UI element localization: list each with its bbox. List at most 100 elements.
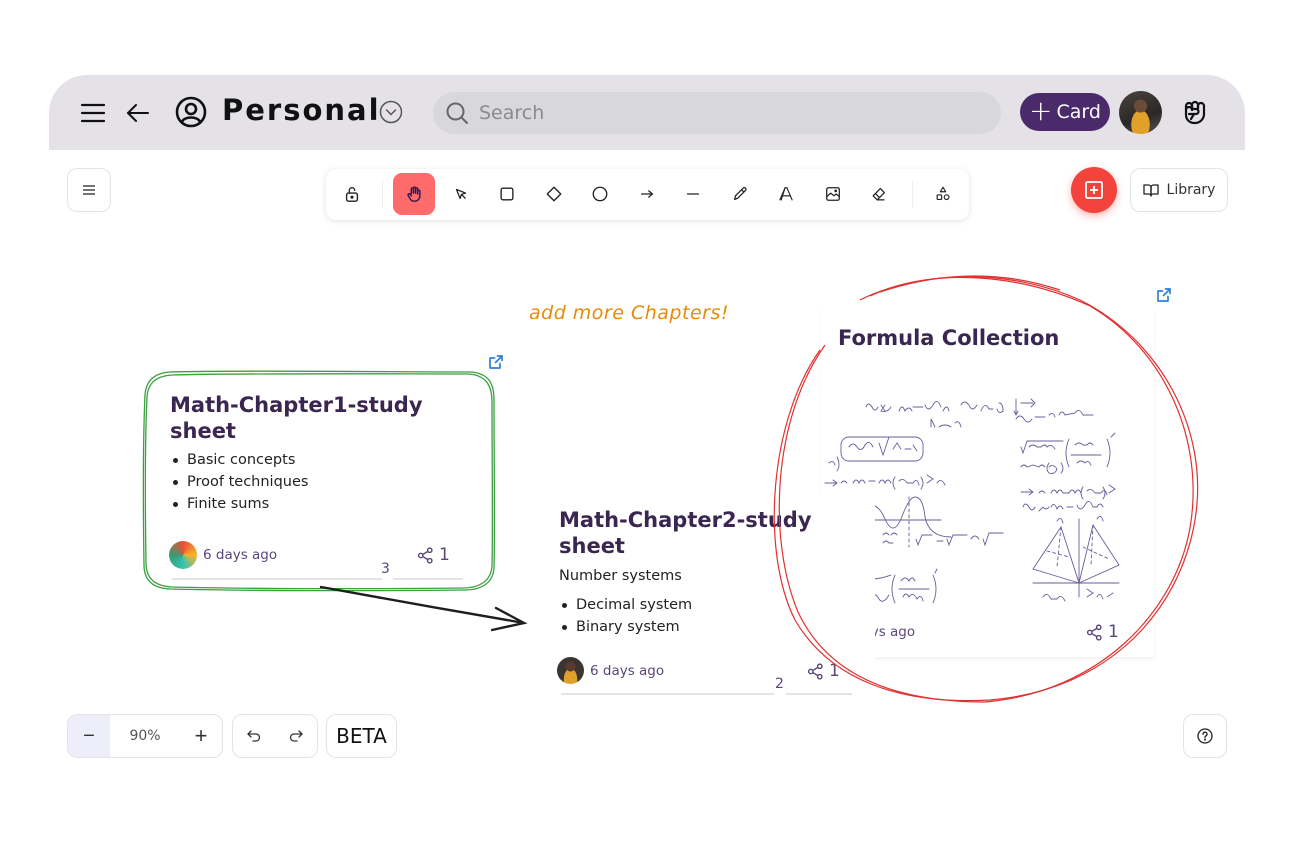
book-open-icon <box>1142 184 1159 197</box>
redo-button[interactable] <box>275 715 317 757</box>
add-card-button[interactable]: + Card <box>1020 93 1110 131</box>
plus-icon: + <box>1029 93 1053 127</box>
card-bullet: Proof techniques <box>170 471 308 493</box>
hamburger-icon <box>83 185 95 195</box>
card-badge-count: 3 <box>381 561 390 577</box>
redo-icon <box>289 730 303 742</box>
lock-open-icon <box>345 187 359 202</box>
tool-rectangle[interactable] <box>486 173 528 215</box>
drawing-toolbar <box>326 169 969 220</box>
tool-draw[interactable] <box>719 173 761 215</box>
share-icon <box>807 662 823 680</box>
avatar <box>557 657 584 684</box>
canvas-annotation-text[interactable]: add more Chapters! <box>529 302 729 324</box>
share-icon <box>417 546 433 564</box>
shapes-icon <box>936 186 950 201</box>
share-button[interactable]: 1 <box>1086 622 1119 642</box>
diamond-icon <box>546 186 562 202</box>
add-card-label: Card <box>1056 101 1101 123</box>
library-button[interactable]: Library <box>1130 168 1228 212</box>
tool-more[interactable] <box>922 173 964 215</box>
card-footer: 6 days ago <box>557 657 664 684</box>
image-icon <box>826 187 840 201</box>
eraser-icon <box>872 187 886 201</box>
connector-arrow <box>319 585 528 632</box>
hamburger-icon[interactable] <box>79 99 107 127</box>
arrow-right-icon <box>640 190 654 198</box>
history-controls <box>232 714 318 758</box>
search-input[interactable] <box>479 102 959 124</box>
pencil-icon <box>733 187 747 201</box>
card-math-chapter1[interactable]: Math-Chapter1-study sheet Basic concepts… <box>153 380 487 578</box>
tool-ellipse[interactable] <box>579 173 621 215</box>
pointer-icon <box>455 188 467 200</box>
beta-button[interactable]: BETA <box>326 714 397 758</box>
share-icon <box>1086 623 1102 641</box>
arrow-left-icon[interactable] <box>125 99 151 127</box>
tool-diamond[interactable] <box>533 173 575 215</box>
card-title: Math-Chapter1-study sheet <box>170 393 423 443</box>
tool-eraser[interactable] <box>858 173 900 215</box>
tool-text[interactable] <box>765 173 807 215</box>
card-bullet: Decimal system <box>559 594 727 616</box>
tool-hand[interactable] <box>393 173 435 215</box>
text-icon <box>779 187 793 201</box>
toolbar-divider <box>912 181 913 208</box>
card-content: Number systems Decimal system Binary sys… <box>559 566 727 648</box>
zoom-out-button[interactable]: − <box>68 715 110 757</box>
search-bar[interactable] <box>433 92 1001 134</box>
external-link-icon <box>489 355 503 369</box>
card-divider <box>172 578 382 580</box>
card-timestamp: 6 days ago <box>590 662 665 679</box>
share-button[interactable]: 1 <box>807 661 840 681</box>
card-bullet: Finite sums <box>170 493 308 515</box>
app-header: Personal + Card <box>49 75 1245 150</box>
avatar <box>169 541 197 569</box>
card-subtitle: Number systems <box>559 568 682 584</box>
help-button[interactable] <box>1183 714 1227 758</box>
square-icon <box>500 187 514 201</box>
add-card-fab[interactable] <box>1071 167 1117 213</box>
undo-icon <box>247 730 261 742</box>
card-bullet: Basic concepts <box>170 449 308 471</box>
undo-button[interactable] <box>233 715 275 757</box>
card-title: Math-Chapter2-study sheet <box>559 508 812 558</box>
hand-icon <box>407 186 421 202</box>
library-label: Library <box>1166 182 1216 198</box>
zoom-in-button[interactable]: + <box>180 715 222 757</box>
share-count: 1 <box>829 661 840 681</box>
side-menu-button[interactable] <box>67 168 111 212</box>
card-divider <box>393 578 463 580</box>
open-card-link-card1[interactable] <box>488 354 504 370</box>
tool-arrow[interactable] <box>626 173 668 215</box>
tool-line[interactable] <box>672 173 714 215</box>
line-icon <box>686 193 700 195</box>
card-bullet: Binary system <box>559 616 727 638</box>
card-divider <box>561 693 774 695</box>
open-card-link-card3[interactable] <box>1156 287 1172 303</box>
help-circle-icon <box>1197 728 1213 744</box>
card-math-chapter2[interactable]: Math-Chapter2-study sheet Number systems… <box>542 491 875 686</box>
search-icon <box>445 101 469 125</box>
tool-image[interactable] <box>812 173 854 215</box>
tool-lock[interactable] <box>331 173 373 215</box>
share-count: 1 <box>439 545 450 565</box>
circle-icon <box>592 186 608 202</box>
external-link-icon <box>1157 288 1171 302</box>
toolbar-divider <box>382 181 383 208</box>
tool-select[interactable] <box>440 173 482 215</box>
chevron-down-circle-icon[interactable] <box>378 99 404 125</box>
card-timestamp: 6 days ago <box>203 547 278 563</box>
card-content: Basic concepts Proof techniques Finite s… <box>170 449 308 515</box>
workspace-title[interactable]: Personal <box>222 93 381 127</box>
card-badge-count: 2 <box>775 676 784 692</box>
zoom-controls: − 90% + <box>67 714 223 758</box>
user-circle-icon <box>174 95 208 129</box>
plus-square-icon <box>1085 181 1103 199</box>
avatar[interactable] <box>1119 91 1162 134</box>
fist-icon[interactable] <box>1179 97 1211 129</box>
card-footer: 6 days ago <box>169 541 277 569</box>
zoom-level[interactable]: 90% <box>110 715 180 757</box>
card-divider <box>786 693 852 695</box>
share-button[interactable]: 1 <box>417 545 450 565</box>
